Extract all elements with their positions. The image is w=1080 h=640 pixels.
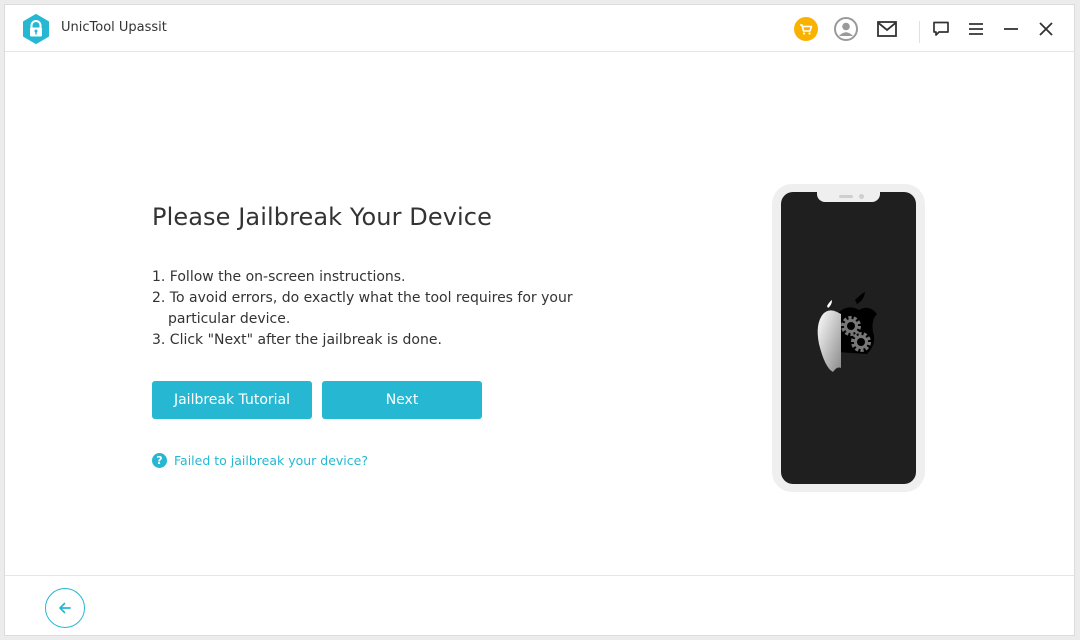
menu-button[interactable]	[964, 17, 988, 41]
question-icon: ?	[152, 453, 167, 468]
account-button[interactable]	[834, 17, 858, 41]
lock-icon	[23, 14, 49, 44]
instruction-step: 2. To avoid errors, do exactly what the …	[152, 290, 573, 327]
feedback-button[interactable]	[929, 17, 953, 41]
title-bar: UnicTool Upassit	[5, 5, 1074, 52]
page-title: Please Jailbreak Your Device	[152, 203, 492, 231]
speaker-icon	[839, 195, 853, 198]
arrow-left-icon	[59, 602, 71, 614]
cart-button[interactable]	[794, 17, 818, 41]
failed-jailbreak-link[interactable]: ? Failed to jailbreak your device?	[152, 453, 368, 468]
instruction-step: 3. Click "Next" after the jailbreak is d…	[152, 332, 442, 348]
footer-bar	[5, 575, 1074, 636]
app-window: UnicTool Upassit Please Jailbreak Your D…	[4, 4, 1075, 636]
next-button[interactable]: Next	[322, 381, 482, 419]
help-link-text: Failed to jailbreak your device?	[174, 453, 368, 468]
phone-illustration	[772, 184, 925, 492]
instruction-step: 1. Follow the on-screen instructions.	[152, 269, 406, 285]
mail-icon	[877, 21, 897, 37]
menu-icon	[969, 23, 983, 35]
mail-button[interactable]	[875, 17, 899, 41]
jailbreak-tutorial-button[interactable]: Jailbreak Tutorial	[152, 381, 312, 419]
close-button[interactable]	[1034, 17, 1058, 41]
phone-screen	[781, 192, 916, 484]
minimize-icon	[1004, 28, 1018, 30]
main-content: Please Jailbreak Your Device 1. Follow t…	[5, 53, 1074, 575]
app-title: UnicTool Upassit	[61, 20, 167, 35]
close-icon	[1039, 22, 1053, 36]
minimize-button[interactable]	[999, 17, 1023, 41]
back-button[interactable]	[45, 588, 85, 628]
phone-notch	[817, 192, 880, 202]
user-icon	[834, 17, 858, 41]
apple-gear-icon	[817, 292, 877, 372]
camera-icon	[859, 194, 864, 199]
instruction-list: 1. Follow the on-screen instructions. 2.…	[152, 267, 592, 351]
feedback-icon	[933, 21, 949, 36]
cart-icon	[794, 17, 818, 41]
titlebar-divider	[919, 21, 920, 43]
